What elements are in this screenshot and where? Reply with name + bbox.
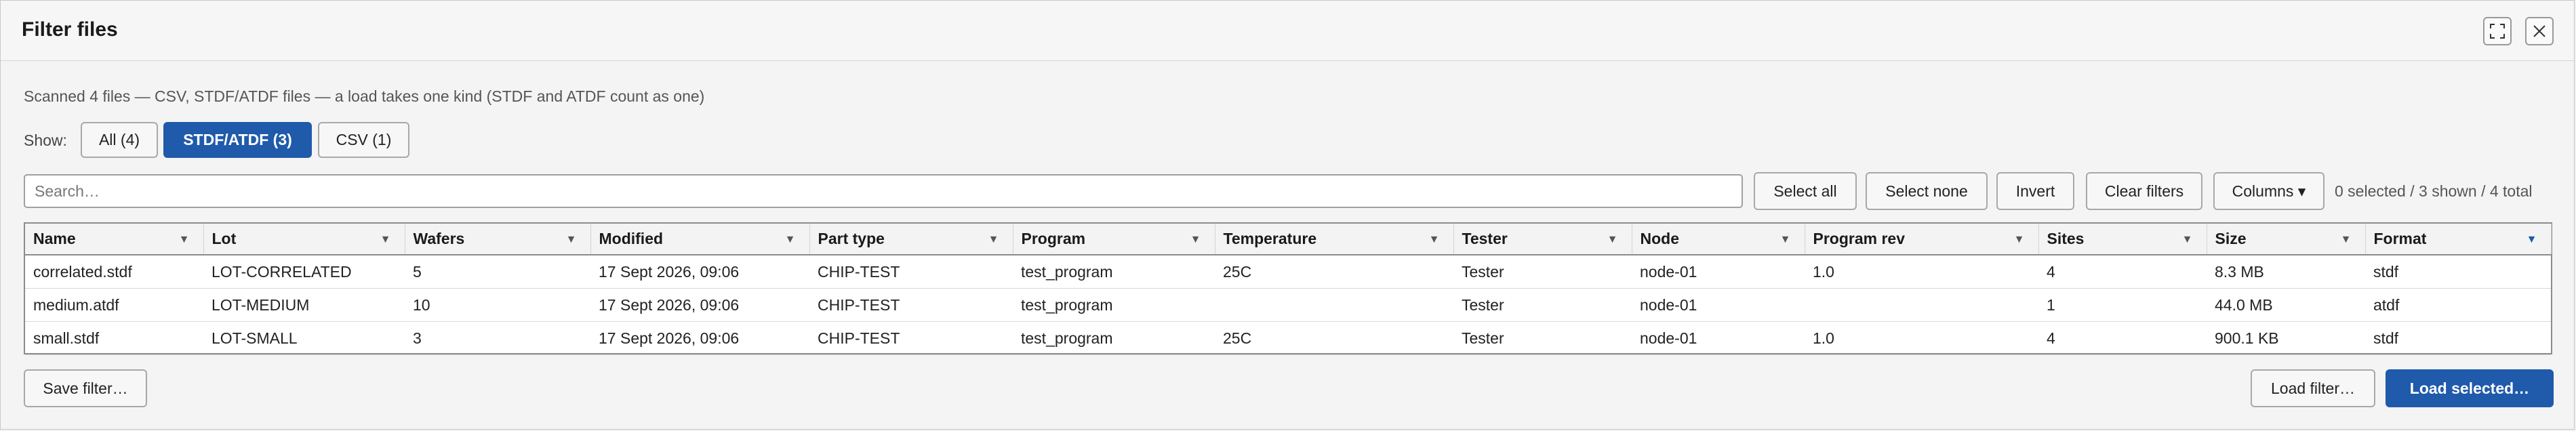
close-icon <box>2533 25 2545 37</box>
cell-sites: 4 <box>2038 255 2207 289</box>
cell-program-rev: 1.0 <box>1805 321 2038 355</box>
cell-program: test_program <box>1013 321 1215 355</box>
column-header-sites[interactable]: Sites ▼ <box>2038 224 2207 255</box>
cell-tester: Tester <box>1453 255 1632 289</box>
cell-size: 44.0 MB <box>2207 288 2365 322</box>
cell-program: test_program <box>1013 288 1215 322</box>
cell-lot: LOT-SMALL <box>203 321 405 355</box>
filter-dropdown-icon[interactable]: ▼ <box>1429 234 1440 246</box>
load-filter-button[interactable]: Load filter… <box>2251 369 2375 407</box>
cell-size: 900.1 KB <box>2207 321 2365 355</box>
column-header-format[interactable]: Format ▼ <box>2365 224 2552 255</box>
cell-program: test_program <box>1013 255 1215 289</box>
cell-name: medium.atdf <box>25 288 203 322</box>
cell-node: node-01 <box>1632 321 1805 355</box>
column-header-program[interactable]: Program ▼ <box>1013 224 1215 255</box>
cell-program-rev: 1.0 <box>1805 255 2038 289</box>
cell-format: atdf <box>2365 288 2551 322</box>
column-header-temperature[interactable]: Temperature ▼ <box>1215 224 1454 255</box>
column-header-wafers[interactable]: Wafers ▼ <box>405 224 591 255</box>
filter-dropdown-icon[interactable]: ▼ <box>2014 234 2025 246</box>
columns-button[interactable]: Columns ▾ <box>2213 172 2325 210</box>
cell-modified: 17 Sept 2026, 09:06 <box>590 288 809 322</box>
filter-dropdown-icon[interactable]: ▼ <box>785 234 796 246</box>
cell-part-type: CHIP-TEST <box>809 321 1013 355</box>
column-header-part-type[interactable]: Part type ▼ <box>809 224 1013 255</box>
cell-sites: 4 <box>2038 321 2207 355</box>
cell-format: stdf <box>2365 255 2551 289</box>
invert-button[interactable]: Invert <box>1996 172 2074 210</box>
column-header-lot[interactable]: Lot ▼ <box>203 224 405 255</box>
column-header-size[interactable]: Size ▼ <box>2207 224 2366 255</box>
cell-temperature <box>1215 288 1453 322</box>
filter-dropdown-icon[interactable]: ▼ <box>2182 234 2193 246</box>
maximize-button[interactable] <box>2483 17 2512 45</box>
files-table: Name ▼ Lot ▼ Wafers ▼ Modified ▼ Part type ▼ … <box>24 222 2552 355</box>
show-label: Show: <box>24 131 67 149</box>
filter-dropdown-icon[interactable]: ▼ <box>1607 234 1618 246</box>
column-header-tester[interactable]: Tester ▼ <box>1453 224 1632 255</box>
save-filter-button[interactable]: Save filter… <box>24 369 147 407</box>
filter-dropdown-icon[interactable]: ▼ <box>988 234 999 246</box>
column-header-node[interactable]: Node ▼ <box>1632 224 1805 255</box>
filter-dropdown-icon[interactable]: ▼ <box>179 234 190 246</box>
cell-lot: LOT-MEDIUM <box>203 288 405 322</box>
select-all-button[interactable]: Select all <box>1754 172 1857 210</box>
show-all-button[interactable]: All (4) <box>81 122 158 158</box>
filter-files-dialog: Filter files Scanned 4 files — CSV, STDF… <box>0 0 2575 430</box>
show-csv-button[interactable]: CSV (1) <box>318 122 409 158</box>
selection-count: 0 selected / 3 shown / 4 total <box>2335 182 2533 200</box>
column-header-name[interactable]: Name ▼ <box>25 224 204 255</box>
filter-dropdown-icon[interactable]: ▼ <box>566 234 577 246</box>
cell-modified: 17 Sept 2026, 09:06 <box>590 255 809 289</box>
dialog-title: Filter files <box>22 18 118 41</box>
cell-lot: LOT-CORRELATED <box>203 255 405 289</box>
cell-tester: Tester <box>1453 321 1632 355</box>
dialog-titlebar: Filter files <box>1 1 2574 61</box>
clear-filters-button[interactable]: Clear filters <box>2086 172 2202 210</box>
filter-dropdown-icon[interactable]: ▼ <box>1190 234 1201 246</box>
cell-temperature: 25C <box>1215 321 1453 355</box>
cell-wafers: 3 <box>405 321 590 355</box>
cell-part-type: CHIP-TEST <box>809 255 1013 289</box>
cell-wafers: 5 <box>405 255 590 289</box>
filter-active-icon[interactable]: ▼ <box>2527 234 2537 246</box>
table-header-row: Name ▼ Lot ▼ Wafers ▼ Modified ▼ Part type ▼ … <box>25 224 2552 255</box>
cell-temperature: 25C <box>1215 255 1453 289</box>
cell-node: node-01 <box>1632 255 1805 289</box>
cell-name: small.stdf <box>25 321 203 355</box>
cell-modified: 17 Sept 2026, 09:06 <box>590 321 809 355</box>
table-row[interactable]: small.stdf LOT-SMALL 3 17 Sept 2026, 09:… <box>25 321 2551 355</box>
cell-wafers: 10 <box>405 288 590 322</box>
filter-dropdown-icon[interactable]: ▼ <box>1780 234 1791 246</box>
table-row[interactable]: correlated.stdf LOT-CORRELATED 5 17 Sept… <box>25 255 2551 289</box>
filter-dropdown-icon[interactable]: ▼ <box>2341 234 2352 246</box>
select-none-button[interactable]: Select none <box>1866 172 1988 210</box>
cell-node: node-01 <box>1632 288 1805 322</box>
scan-summary: Scanned 4 files — CSV, STDF/ATDF files —… <box>24 87 705 105</box>
maximize-icon <box>2490 24 2505 39</box>
cell-sites: 1 <box>2038 288 2207 322</box>
column-header-program-rev[interactable]: Program rev ▼ <box>1805 224 2039 255</box>
show-stdf-atdf-button[interactable]: STDF/ATDF (3) <box>163 122 312 158</box>
cell-program-rev <box>1805 288 2038 322</box>
cell-tester: Tester <box>1453 288 1632 322</box>
cell-size: 8.3 MB <box>2207 255 2365 289</box>
cell-name: correlated.stdf <box>25 255 203 289</box>
table-row[interactable]: medium.atdf LOT-MEDIUM 10 17 Sept 2026, … <box>25 288 2551 322</box>
close-button[interactable] <box>2525 17 2554 45</box>
cell-format: stdf <box>2365 321 2551 355</box>
search-input[interactable] <box>24 174 1743 208</box>
filter-dropdown-icon[interactable]: ▼ <box>380 234 391 246</box>
column-header-modified[interactable]: Modified ▼ <box>590 224 810 255</box>
load-selected-button[interactable]: Load selected… <box>2386 369 2554 407</box>
cell-part-type: CHIP-TEST <box>809 288 1013 322</box>
